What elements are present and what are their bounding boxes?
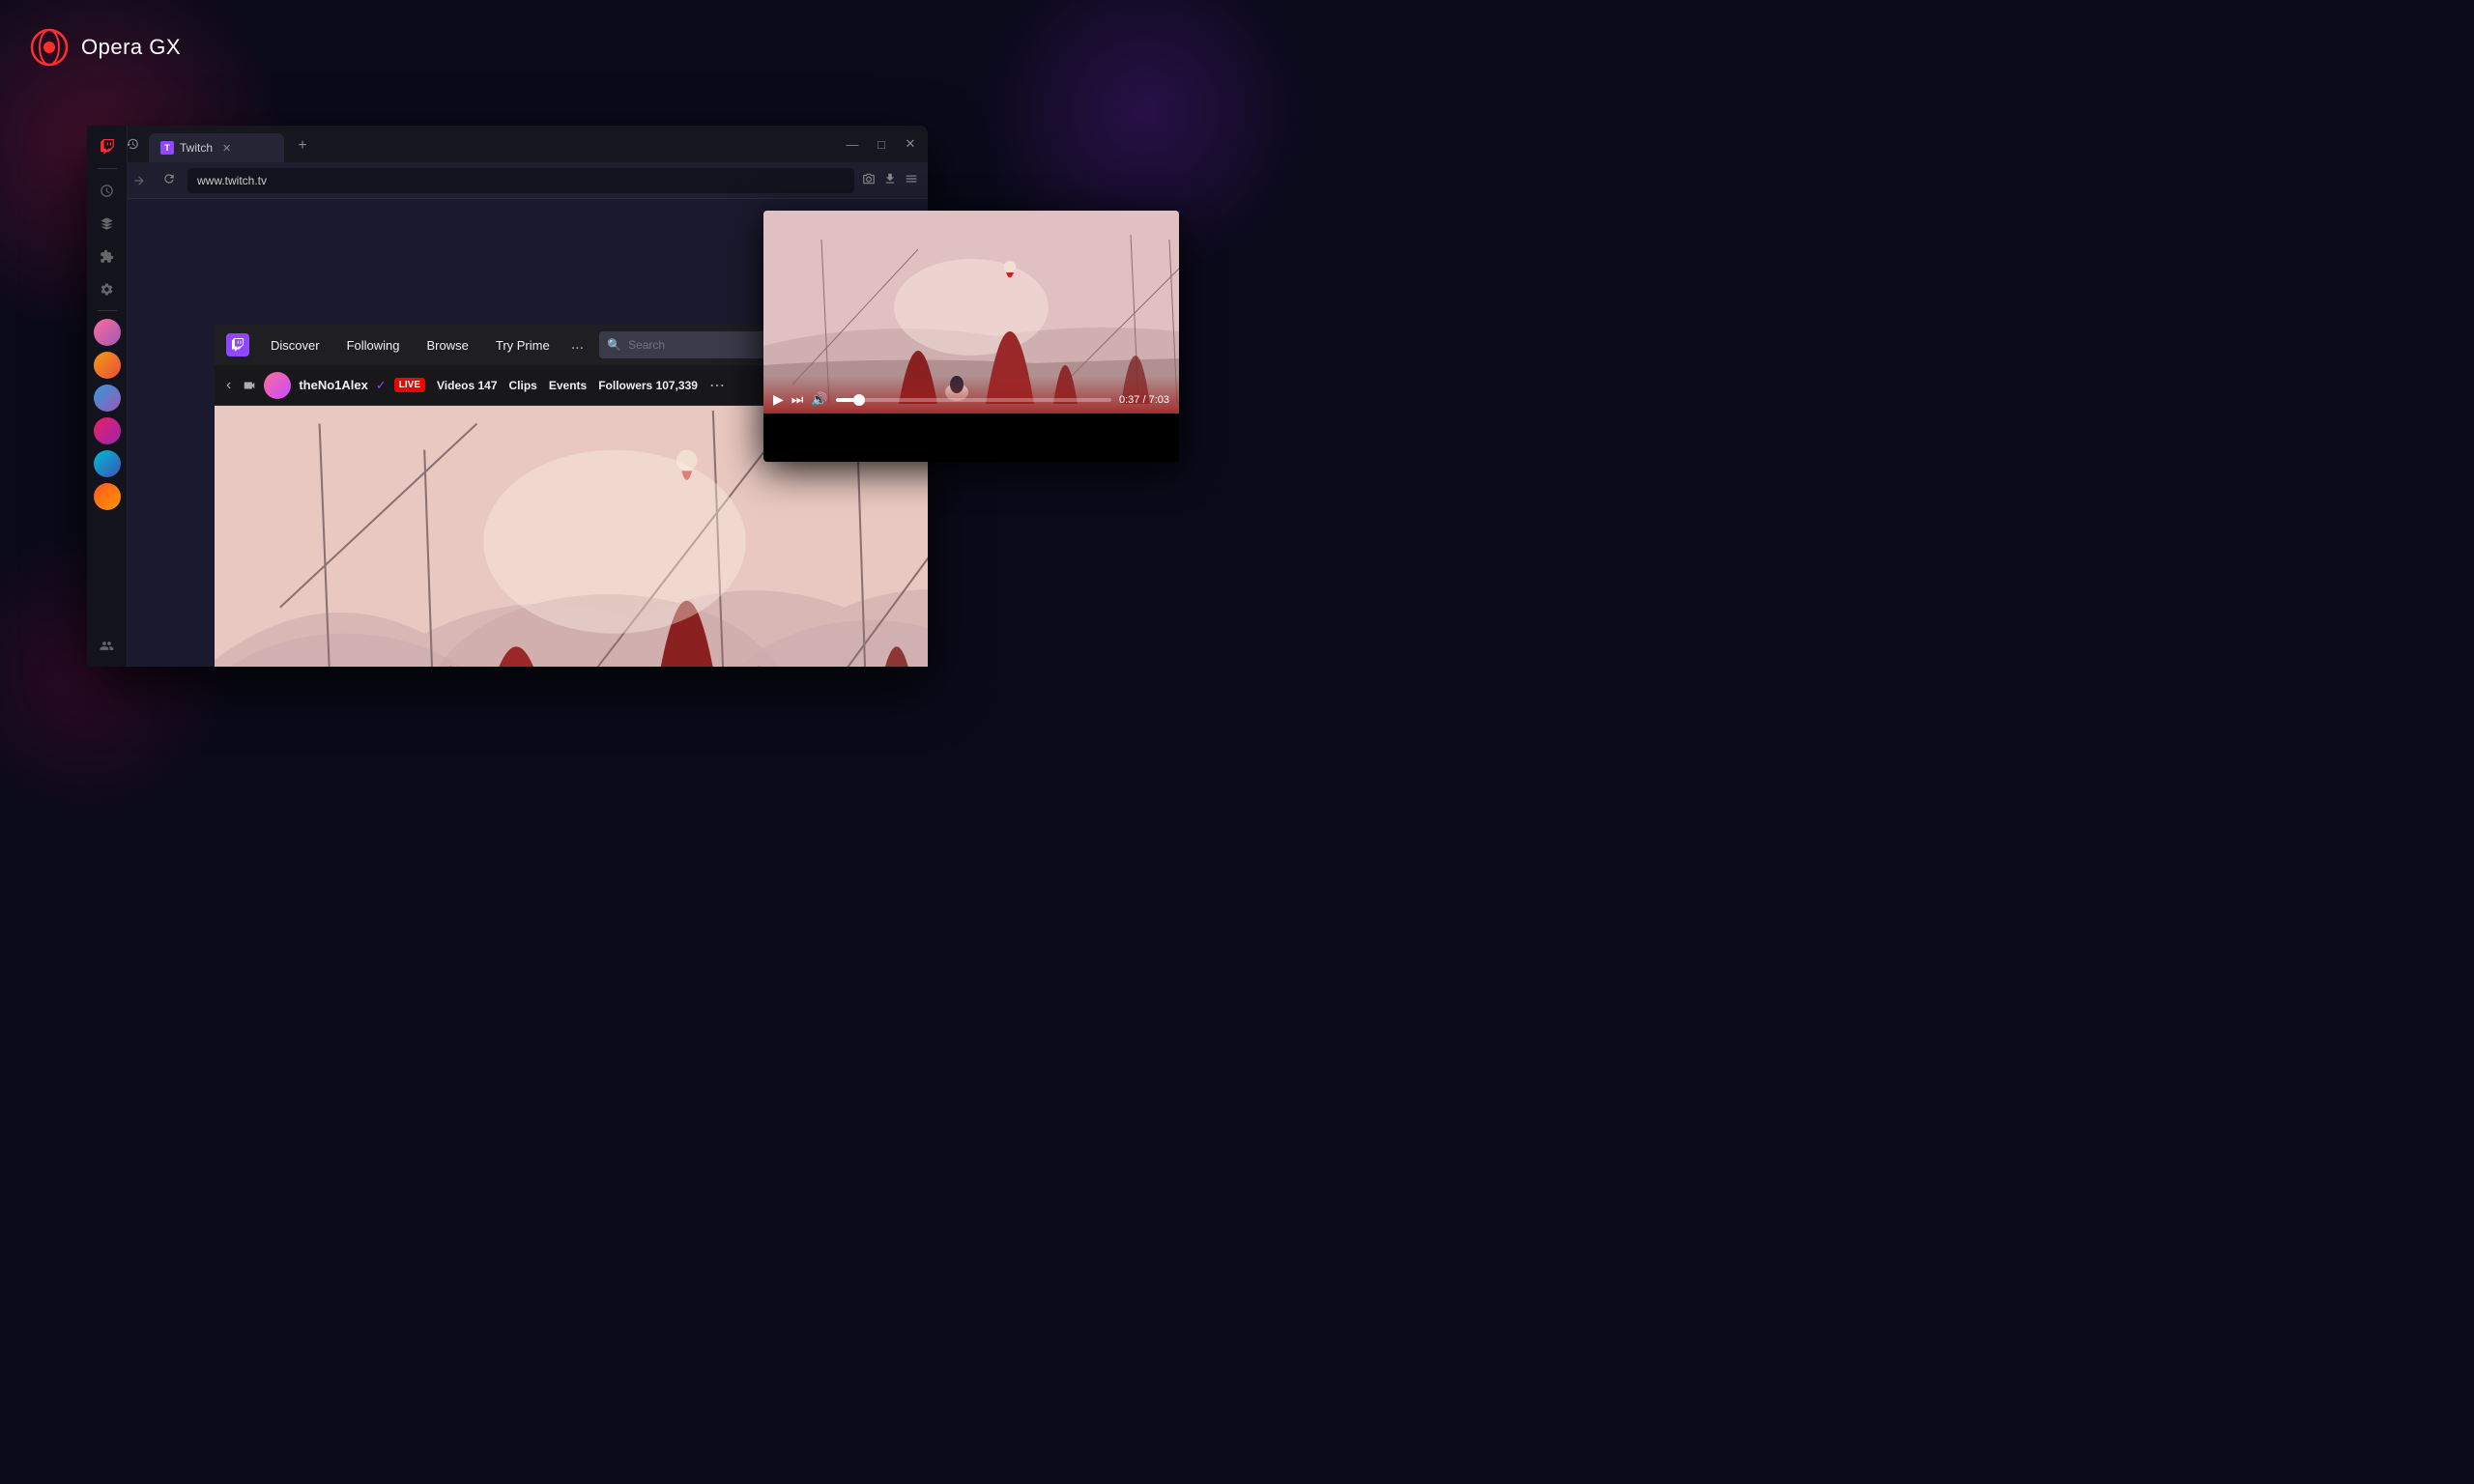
channel-icon-5[interactable] xyxy=(94,450,121,477)
events-label: Events xyxy=(549,379,587,392)
time-current: 0:37 xyxy=(1119,394,1139,406)
floating-player: ▶ ⏭ 🔊 0:37 / 7:03 enjoying it! LogicJone… xyxy=(763,211,1179,462)
sidebar-friends-icon[interactable] xyxy=(94,632,121,659)
verified-badge: ✓ xyxy=(376,378,387,393)
sidebar-history-icon[interactable] xyxy=(94,177,121,204)
channel-icon-2[interactable] xyxy=(94,352,121,379)
tab-twitch[interactable]: T Twitch ✕ xyxy=(149,133,284,162)
channel-more-button[interactable]: ⋯ xyxy=(709,376,725,395)
refresh-button[interactable] xyxy=(158,168,180,192)
new-tab-button[interactable]: + xyxy=(290,133,315,158)
channel-info: theNo1Alex ✓ LIVE xyxy=(243,372,425,399)
channel-icon-4[interactable] xyxy=(94,417,121,444)
forward-button[interactable] xyxy=(128,169,151,192)
opera-gx-title: Opera GX xyxy=(81,35,181,60)
floating-next-button[interactable]: ⏭ xyxy=(791,391,804,408)
sidebar-gx-icon[interactable] xyxy=(94,210,121,237)
camera-icon[interactable] xyxy=(862,172,876,188)
clips-stat: Clips xyxy=(509,379,537,392)
channel-avatar xyxy=(264,372,291,399)
nav-browse[interactable]: Browse xyxy=(421,334,475,357)
download-icon[interactable] xyxy=(883,172,897,188)
progress-bar[interactable] xyxy=(836,398,1111,402)
menu-icon[interactable] xyxy=(905,172,918,188)
live-badge: LIVE xyxy=(394,378,425,392)
opera-sidebar xyxy=(87,126,128,667)
nav-discover[interactable]: Discover xyxy=(265,334,326,357)
nav-following[interactable]: Following xyxy=(341,334,406,357)
followers-label: Followers xyxy=(598,379,652,392)
progress-fill xyxy=(836,398,860,402)
video-camera-icon-wrapper xyxy=(243,379,256,392)
followers-stat: Followers 107,339 xyxy=(598,379,698,392)
tab-close-button[interactable]: ✕ xyxy=(222,142,231,155)
search-input[interactable] xyxy=(599,331,788,358)
opera-logo-icon xyxy=(29,27,70,68)
channel-name: theNo1Alex xyxy=(299,378,368,392)
tab-title: Twitch xyxy=(180,141,213,155)
videos-label: Videos xyxy=(437,379,475,392)
sidebar-bottom xyxy=(94,632,121,659)
sidebar-divider-2 xyxy=(98,310,117,311)
sidebar-twitch-icon[interactable] xyxy=(94,133,121,160)
url-input[interactable] xyxy=(187,168,854,193)
search-icon: 🔍 xyxy=(607,338,621,352)
maximize-button[interactable]: □ xyxy=(872,134,891,154)
address-bar-right xyxy=(862,172,918,188)
nav-more-button[interactable]: ... xyxy=(571,336,584,354)
address-bar xyxy=(87,162,928,199)
search-wrapper: 🔍 xyxy=(599,331,788,358)
floating-video: ▶ ⏭ 🔊 0:37 / 7:03 xyxy=(763,211,1179,414)
channel-icon-1[interactable] xyxy=(94,319,121,346)
floating-controls: ▶ ⏭ 🔊 0:37 / 7:03 xyxy=(763,376,1179,414)
close-button[interactable]: ✕ xyxy=(901,134,920,154)
window-controls: — □ ✕ xyxy=(843,134,920,154)
channel-icon-6[interactable] xyxy=(94,483,121,510)
prev-channel-button[interactable]: ‹ xyxy=(226,377,231,394)
sidebar-settings-icon[interactable] xyxy=(94,275,121,302)
floating-play-button[interactable]: ▶ xyxy=(773,391,784,408)
floating-volume-button[interactable]: 🔊 xyxy=(811,391,827,408)
followers-count: 107,339 xyxy=(656,379,698,392)
channel-icon-3[interactable] xyxy=(94,385,121,412)
clips-label: Clips xyxy=(509,379,537,392)
twitch-logo[interactable] xyxy=(226,333,249,357)
sidebar-divider-1 xyxy=(98,168,117,169)
opera-logo-area: Opera GX xyxy=(29,27,181,68)
time-total: 7:03 xyxy=(1149,394,1169,406)
videos-count: 147 xyxy=(477,379,497,392)
events-stat: Events xyxy=(549,379,587,392)
time-display: 0:37 / 7:03 xyxy=(1119,394,1169,406)
nav-try-prime[interactable]: Try Prime xyxy=(490,334,556,357)
progress-dot xyxy=(853,394,865,406)
videos-stat: Videos 147 xyxy=(437,379,498,392)
minimize-button[interactable]: — xyxy=(843,134,862,154)
sidebar-extensions-icon[interactable] xyxy=(94,243,121,270)
tab-favicon: T xyxy=(160,141,174,155)
title-bar: T Twitch ✕ + — □ ✕ xyxy=(87,126,928,162)
